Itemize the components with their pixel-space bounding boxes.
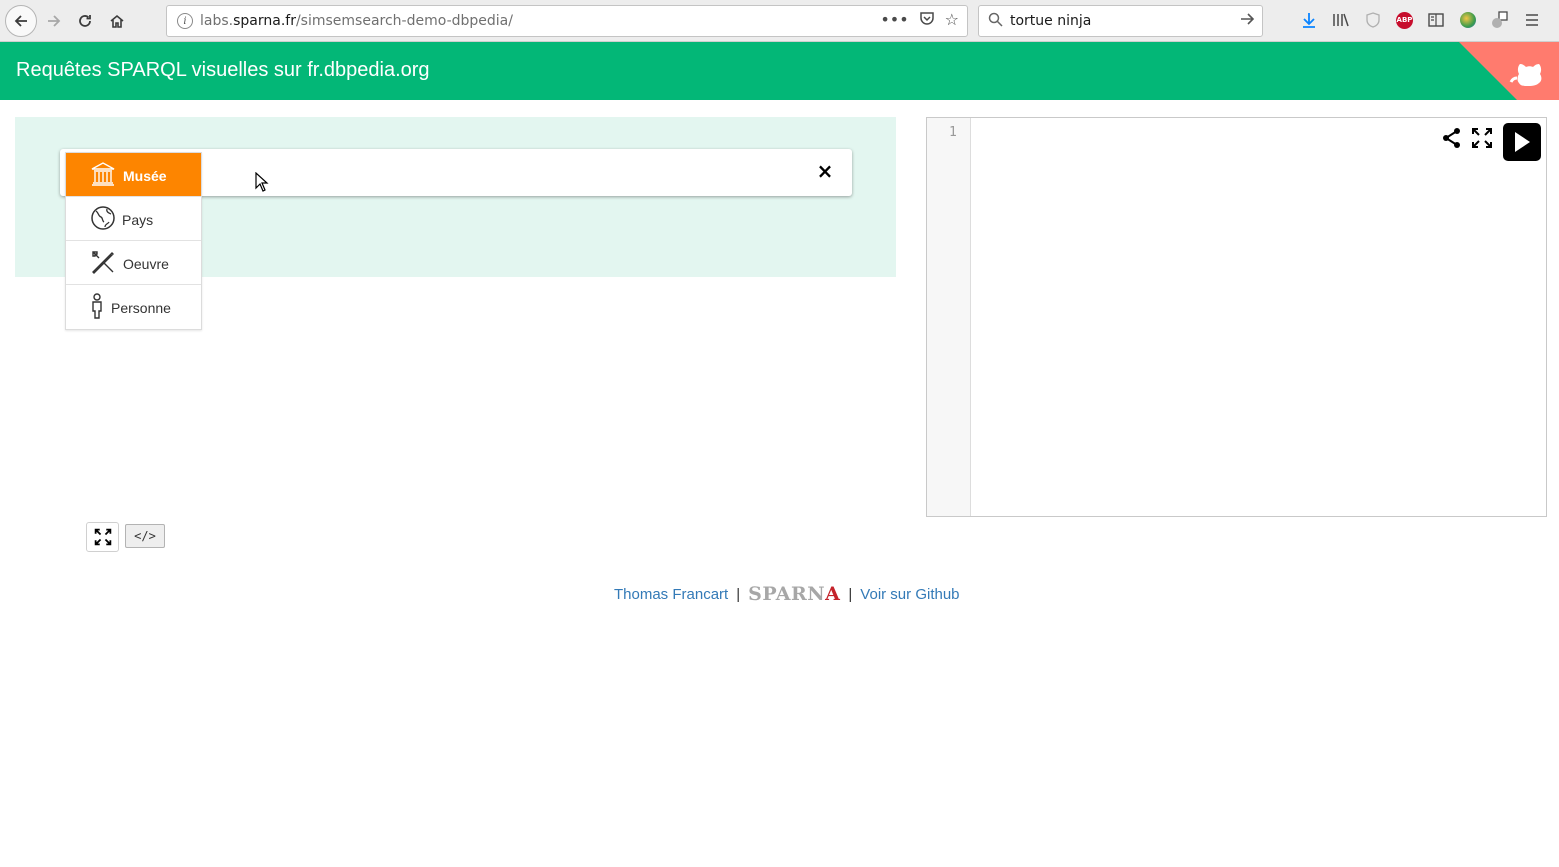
search-bar[interactable]: tortue ninja bbox=[978, 5, 1263, 37]
line-number: 1 bbox=[949, 125, 957, 140]
mouse-cursor-icon bbox=[255, 172, 269, 192]
page-title: Requêtes SPARQL visuelles sur fr.dbpedia… bbox=[16, 59, 430, 81]
expand-icon bbox=[94, 528, 111, 546]
dropdown-label-oeuvre: Oeuvre bbox=[123, 256, 169, 272]
run-query-button[interactable] bbox=[1503, 123, 1541, 161]
globe-extension-icon[interactable] bbox=[1459, 10, 1477, 30]
dropdown-item-musee[interactable]: Musée bbox=[66, 153, 201, 197]
extension-puzzle-icon[interactable] bbox=[1491, 10, 1509, 30]
menu-icon[interactable] bbox=[1523, 10, 1541, 30]
dropdown-item-pays[interactable]: Pays bbox=[66, 197, 201, 241]
search-icon bbox=[988, 12, 1003, 31]
arrow-left-icon bbox=[14, 15, 27, 27]
adblock-icon[interactable]: ABP bbox=[1396, 11, 1413, 29]
remove-criteria-button[interactable]: × bbox=[815, 159, 835, 183]
share-icon bbox=[1443, 128, 1460, 148]
browser-toolbar: i labs.sparna.fr/simsemsearch-demo-dbped… bbox=[0, 0, 1559, 42]
github-octocat-icon[interactable] bbox=[1509, 54, 1549, 94]
url-text[interactable]: labs.sparna.fr/simsemsearch-demo-dbpedia… bbox=[200, 13, 513, 29]
entity-type-dropdown[interactable]: Musée Pays Oeuvre Personne bbox=[65, 152, 202, 330]
shield-icon[interactable] bbox=[1364, 10, 1382, 30]
bookmark-star-icon[interactable]: ☆ bbox=[945, 10, 959, 30]
play-icon bbox=[1515, 132, 1530, 152]
back-button[interactable] bbox=[5, 5, 37, 37]
github-link[interactable]: Voir sur Github bbox=[860, 586, 959, 603]
download-icon[interactable] bbox=[1300, 10, 1318, 30]
arrow-right-icon bbox=[48, 15, 61, 27]
sparql-editor[interactable]: 1 bbox=[926, 117, 1547, 517]
url-actions: ••• ☆ bbox=[880, 10, 959, 30]
footer-separator: | bbox=[848, 585, 853, 603]
forward-button[interactable] bbox=[40, 7, 68, 35]
reload-button[interactable] bbox=[71, 7, 99, 35]
search-input[interactable]: tortue ninja bbox=[1010, 13, 1091, 29]
expand-icon bbox=[1472, 128, 1492, 148]
app-header: Requêtes SPARQL visuelles sur fr.dbpedia… bbox=[0, 42, 1559, 100]
dropdown-label-personne: Personne bbox=[111, 300, 171, 316]
search-go-icon[interactable] bbox=[1238, 10, 1256, 33]
artwork-icon bbox=[92, 251, 114, 274]
dropdown-item-personne[interactable]: Personne bbox=[66, 285, 201, 329]
footer: Thomas Francart | SPARNA | Voir sur Gith… bbox=[614, 583, 960, 605]
share-button[interactable] bbox=[1440, 126, 1464, 150]
more-actions-icon[interactable]: ••• bbox=[880, 10, 908, 30]
dropdown-label-pays: Pays bbox=[122, 212, 154, 228]
editor-gutter: 1 bbox=[927, 118, 971, 516]
library-icon[interactable] bbox=[1332, 10, 1350, 30]
sparna-logo[interactable]: SPARNA bbox=[748, 583, 840, 605]
home-button[interactable] bbox=[103, 7, 131, 35]
toggle-code-button[interactable]: </> bbox=[125, 524, 165, 548]
fullscreen-button[interactable] bbox=[86, 522, 119, 552]
reader-view-icon[interactable] bbox=[1427, 10, 1445, 30]
browser-extension-icons: ABP bbox=[1300, 10, 1541, 30]
expand-editor-button[interactable] bbox=[1470, 126, 1494, 150]
info-icon[interactable]: i bbox=[177, 13, 193, 29]
dropdown-label-musee: Musée bbox=[123, 168, 167, 184]
author-link[interactable]: Thomas Francart bbox=[614, 586, 728, 603]
home-icon bbox=[110, 14, 124, 28]
pocket-icon[interactable] bbox=[919, 10, 935, 30]
footer-separator: | bbox=[736, 585, 741, 603]
reload-icon bbox=[79, 15, 91, 27]
url-bar[interactable]: i labs.sparna.fr/simsemsearch-demo-dbped… bbox=[166, 5, 968, 37]
dropdown-item-oeuvre[interactable]: Oeuvre bbox=[66, 241, 201, 285]
globe-icon bbox=[91, 206, 115, 230]
museum-icon bbox=[91, 162, 115, 186]
person-icon bbox=[92, 293, 102, 319]
